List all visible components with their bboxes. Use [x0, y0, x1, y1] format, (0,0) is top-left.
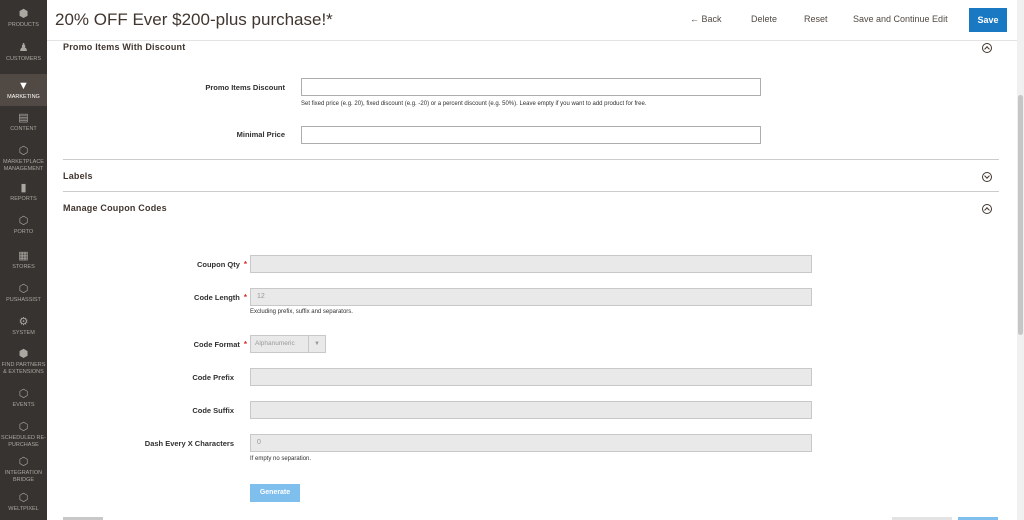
sidebar-item-label: SYSTEM	[12, 330, 35, 336]
code-length-note: Excluding prefix, suffix and separators.	[250, 309, 353, 315]
sidebar-item-products[interactable]: ⬢ PRODUCTS	[0, 8, 47, 36]
code-prefix-input[interactable]	[250, 368, 812, 386]
sidebar-item-reports[interactable]: ▮ REPORTS	[0, 182, 47, 210]
promo-discount-input[interactable]	[301, 78, 761, 96]
hexagon-icon: ⬡	[18, 283, 29, 295]
promo-discount-label: Promo Items Discount	[205, 83, 285, 92]
save-and-continue-button[interactable]: Save and Continue Edit	[853, 14, 948, 24]
min-price-input[interactable]	[301, 126, 761, 144]
generate-button[interactable]: Generate	[250, 484, 300, 502]
sidebar-item-system[interactable]: ⚙ SYSTEM	[0, 316, 47, 344]
dash-every-input[interactable]: 0	[250, 434, 812, 452]
sidebar-item-events[interactable]: ⬡ EVENTS	[0, 388, 47, 416]
back-button-label: Back	[701, 14, 722, 24]
hexagon-icon: ⬡	[18, 145, 29, 157]
sidebar-item-label: MARKETING	[7, 94, 40, 100]
collapse-toggle-icon[interactable]	[982, 204, 992, 214]
required-mark: *	[243, 340, 247, 349]
sidebar-item-find-partners[interactable]: ⬢ FIND PARTNERS & EXTENSIONS	[0, 348, 47, 380]
sidebar-item-label: PUSHASSIST	[6, 297, 41, 303]
sidebar-item-scheduled-re-purchase[interactable]: ⬡ SCHEDULED RE-PURCHASE	[0, 421, 47, 453]
sidebar-item-label: MARKETPLACE MANAGEMENT	[3, 159, 44, 172]
store-icon: ▦	[18, 250, 29, 262]
sidebar-item-pushassist[interactable]: ⬡ PUSHASSIST	[0, 283, 47, 311]
admin-sidebar: ⬢ PRODUCTS ♟ CUSTOMERS ▼ MARKETING ▤ CON…	[0, 0, 47, 520]
sidebar-item-content[interactable]: ▤ CONTENT	[0, 112, 47, 140]
megaphone-icon: ▼	[18, 80, 29, 92]
code-format-value: Alphanumeric	[255, 340, 295, 347]
sidebar-item-label: CONTENT	[10, 126, 37, 132]
code-suffix-label: Code Suffix	[192, 406, 234, 415]
promo-discount-note: Set fixed price (e.g. 20), fixed discoun…	[301, 101, 647, 107]
sidebar-item-label: INTEGRATION BRIDGE	[4, 470, 43, 483]
sidebar-item-weltpixel[interactable]: ⬡ WELTPIXEL	[0, 492, 47, 518]
coupon-qty-label-text: Coupon Qty	[196, 260, 240, 269]
sidebar-item-label: REPORTS	[10, 196, 37, 202]
chevron-down-icon: ▼	[308, 336, 325, 352]
code-length-input[interactable]: 12	[250, 288, 812, 306]
sidebar-item-label: PORTO	[13, 229, 34, 235]
save-button[interactable]: Save	[969, 8, 1007, 32]
section-divider	[63, 159, 999, 160]
coupon-qty-input[interactable]	[250, 255, 812, 273]
page-header: 20% OFF Ever $200-plus purchase!* ← Back…	[47, 0, 1017, 41]
reset-button[interactable]: Reset	[804, 14, 828, 24]
hexagon-icon: ⬡	[18, 492, 29, 504]
sidebar-item-label: STORES	[12, 264, 35, 270]
sidebar-item-label: FIND PARTNERS & EXTENSIONS	[1, 362, 46, 375]
sidebar-item-porto[interactable]: ⬡ PORTO	[0, 215, 47, 243]
hexagon-icon: ⬡	[18, 421, 29, 433]
cube-icon: ⬢	[18, 8, 29, 20]
sidebar-item-integration-bridge[interactable]: ⬡ INTEGRATION BRIDGE	[0, 456, 47, 488]
sidebar-item-customers[interactable]: ♟ CUSTOMERS	[0, 42, 47, 70]
page-scrollbar-thumb[interactable]	[1018, 95, 1023, 335]
coupon-section-title[interactable]: Manage Coupon Codes	[63, 203, 167, 213]
code-length-label-text: Code Length	[194, 293, 240, 302]
sidebar-item-stores[interactable]: ▦ STORES	[0, 250, 47, 278]
sidebar-item-marketing[interactable]: ▼ MARKETING	[0, 74, 47, 106]
delete-button[interactable]: Delete	[751, 14, 777, 24]
back-button[interactable]: ← Back	[690, 14, 722, 24]
coupon-qty-label: Coupon Qty *	[197, 260, 247, 269]
min-price-label: Minimal Price	[236, 130, 285, 139]
bar-chart-icon: ▮	[20, 182, 27, 194]
content-icon: ▤	[18, 112, 29, 124]
expand-toggle-icon[interactable]	[982, 172, 992, 182]
sidebar-item-label: WELTPIXEL	[8, 506, 39, 512]
sidebar-item-label: CUSTOMERS	[5, 56, 42, 62]
required-mark: *	[243, 293, 247, 302]
code-length-label: Code Length *	[194, 293, 247, 302]
required-mark: *	[243, 260, 247, 269]
box-icon: ⬢	[18, 348, 29, 360]
hexagon-icon: ⬡	[18, 388, 29, 400]
collapse-toggle-icon[interactable]	[982, 43, 992, 53]
gear-icon: ⚙	[18, 316, 29, 328]
dash-every-label: Dash Every X Characters	[144, 439, 234, 448]
sidebar-item-label: SCHEDULED RE-PURCHASE	[1, 435, 46, 448]
sidebar-item-marketplace-management[interactable]: ⬡ MARKETPLACE MANAGEMENT	[0, 145, 47, 177]
hexagon-icon: ⬡	[18, 215, 29, 227]
labels-section-title[interactable]: Labels	[63, 171, 93, 181]
section-divider	[63, 191, 999, 192]
code-format-label-text: Code Format	[193, 340, 240, 349]
code-suffix-input[interactable]	[250, 401, 812, 419]
dash-every-note: If empty no separation.	[250, 456, 312, 462]
sidebar-item-label: PRODUCTS	[8, 22, 39, 28]
code-format-select[interactable]: Alphanumeric ▼	[250, 335, 326, 353]
hexagon-icon: ⬡	[18, 456, 29, 468]
page-title: 20% OFF Ever $200-plus purchase!*	[55, 10, 333, 29]
code-format-label: Code Format *	[194, 340, 247, 349]
promo-section-title[interactable]: Promo Items With Discount	[63, 42, 185, 52]
code-prefix-label: Code Prefix	[192, 373, 234, 382]
arrow-left-icon: ←	[690, 14, 699, 24]
person-icon: ♟	[18, 42, 29, 54]
sidebar-item-label: EVENTS	[12, 402, 35, 408]
